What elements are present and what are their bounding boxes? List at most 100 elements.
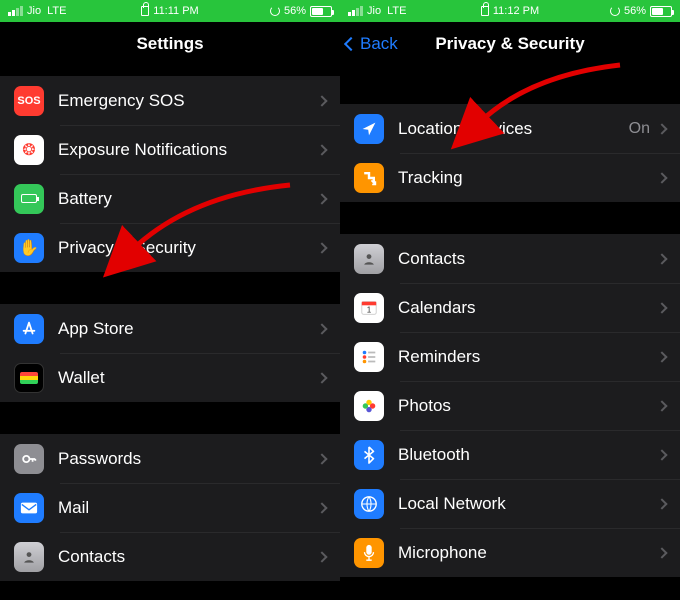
chevron-right-icon [656, 253, 667, 264]
row-detail: On [629, 120, 650, 138]
row-exposure-notifications[interactable]: ❂ Exposure Notifications [0, 125, 340, 174]
chevron-right-icon [656, 302, 667, 313]
row-photos[interactable]: Photos [340, 381, 680, 430]
row-contacts[interactable]: Contacts [340, 234, 680, 283]
chevron-right-icon [656, 449, 667, 460]
row-reminders[interactable]: Reminders [340, 332, 680, 381]
row-label: Mail [58, 498, 318, 518]
row-battery[interactable]: Battery [0, 174, 340, 223]
row-label: Local Network [398, 494, 658, 514]
row-label: Calendars [398, 298, 658, 318]
settings-list[interactable]: SOS Emergency SOS ❂ Exposure Notificatio… [0, 66, 340, 600]
row-location-services[interactable]: Location Services On [340, 104, 680, 153]
contacts-icon [354, 244, 384, 274]
row-label: Microphone [398, 543, 658, 563]
nav-header: Settings [0, 22, 340, 66]
orientation-lock-icon [270, 6, 280, 16]
status-bar: Jio LTE 11:12 PM 56% [340, 0, 680, 22]
row-label: App Store [58, 319, 318, 339]
photos-icon [354, 391, 384, 421]
settings-screen: Jio LTE 11:11 PM 56% Settings SOS Emerge… [0, 0, 340, 600]
settings-group: SOS Emergency SOS ❂ Exposure Notificatio… [0, 76, 340, 272]
chevron-right-icon [316, 323, 327, 334]
battery-icon [14, 184, 44, 214]
chevron-right-icon [656, 400, 667, 411]
chevron-right-icon [316, 372, 327, 383]
row-label: Emergency SOS [58, 91, 318, 111]
row-contacts[interactable]: Contacts [0, 532, 340, 581]
row-label: Battery [58, 189, 318, 209]
chevron-right-icon [316, 242, 327, 253]
row-label: Wallet [58, 368, 318, 388]
status-bar: Jio LTE 11:11 PM 56% [0, 0, 340, 22]
settings-group: Passwords Mail Contacts [0, 434, 340, 581]
row-label: Passwords [58, 449, 318, 469]
page-title: Settings [136, 34, 203, 54]
chevron-right-icon [316, 453, 327, 464]
chevron-right-icon [656, 123, 667, 134]
chevron-right-icon [316, 551, 327, 562]
row-microphone[interactable]: Microphone [340, 528, 680, 577]
chevron-right-icon [316, 502, 327, 513]
mail-icon [14, 493, 44, 523]
clock-label: 11:11 PM [153, 5, 198, 17]
chevron-right-icon [656, 547, 667, 558]
appstore-icon [14, 314, 44, 344]
row-label: Reminders [398, 347, 658, 367]
row-calendars[interactable]: 1 Calendars [340, 283, 680, 332]
privacy-list[interactable]: Location Services On Tracking Contacts [340, 66, 680, 600]
calendar-icon: 1 [354, 293, 384, 323]
chevron-left-icon [344, 37, 358, 51]
contacts-icon [14, 542, 44, 572]
row-label: Privacy & Security [58, 238, 318, 258]
settings-group: Location Services On Tracking [340, 104, 680, 202]
chevron-right-icon [316, 193, 327, 204]
nav-header: Back Privacy & Security [340, 22, 680, 66]
settings-group: Contacts 1 Calendars Reminders [340, 234, 680, 577]
chevron-right-icon [316, 95, 327, 106]
chevron-right-icon [656, 172, 667, 183]
row-mail[interactable]: Mail [0, 483, 340, 532]
row-wallet[interactable]: Wallet [0, 353, 340, 402]
reminders-icon [354, 342, 384, 372]
bluetooth-icon [354, 440, 384, 470]
exposure-icon: ❂ [14, 135, 44, 165]
key-icon [14, 444, 44, 474]
row-tracking[interactable]: Tracking [340, 153, 680, 202]
lock-icon [481, 6, 489, 16]
sos-icon: SOS [14, 86, 44, 116]
privacy-security-screen: Jio LTE 11:12 PM 56% Back Privacy & Secu… [340, 0, 680, 600]
page-title: Privacy & Security [435, 34, 584, 54]
row-app-store[interactable]: App Store [0, 304, 340, 353]
row-label: Location Services [398, 119, 629, 139]
row-label: Contacts [398, 249, 658, 269]
row-label: Photos [398, 396, 658, 416]
microphone-icon [354, 538, 384, 568]
row-label: Exposure Notifications [58, 140, 318, 160]
battery-icon [310, 6, 332, 17]
network-icon [354, 489, 384, 519]
row-label: Tracking [398, 168, 658, 188]
row-label: Contacts [58, 547, 318, 567]
row-emergency-sos[interactable]: SOS Emergency SOS [0, 76, 340, 125]
hand-icon: ✋ [14, 233, 44, 263]
svg-text:1: 1 [367, 305, 372, 314]
chevron-right-icon [656, 498, 667, 509]
chevron-right-icon [656, 351, 667, 362]
row-bluetooth[interactable]: Bluetooth [340, 430, 680, 479]
row-passwords[interactable]: Passwords [0, 434, 340, 483]
lock-icon [141, 6, 149, 16]
chevron-right-icon [316, 144, 327, 155]
orientation-lock-icon [610, 6, 620, 16]
row-privacy-security[interactable]: ✋ Privacy & Security [0, 223, 340, 272]
battery-icon [650, 6, 672, 17]
clock-label: 11:12 PM [493, 5, 539, 17]
row-local-network[interactable]: Local Network [340, 479, 680, 528]
tracking-icon [354, 163, 384, 193]
back-button[interactable]: Back [346, 22, 398, 66]
back-label: Back [360, 34, 398, 54]
location-icon [354, 114, 384, 144]
wallet-icon [14, 363, 44, 393]
row-label: Bluetooth [398, 445, 658, 465]
settings-group: App Store Wallet [0, 304, 340, 402]
